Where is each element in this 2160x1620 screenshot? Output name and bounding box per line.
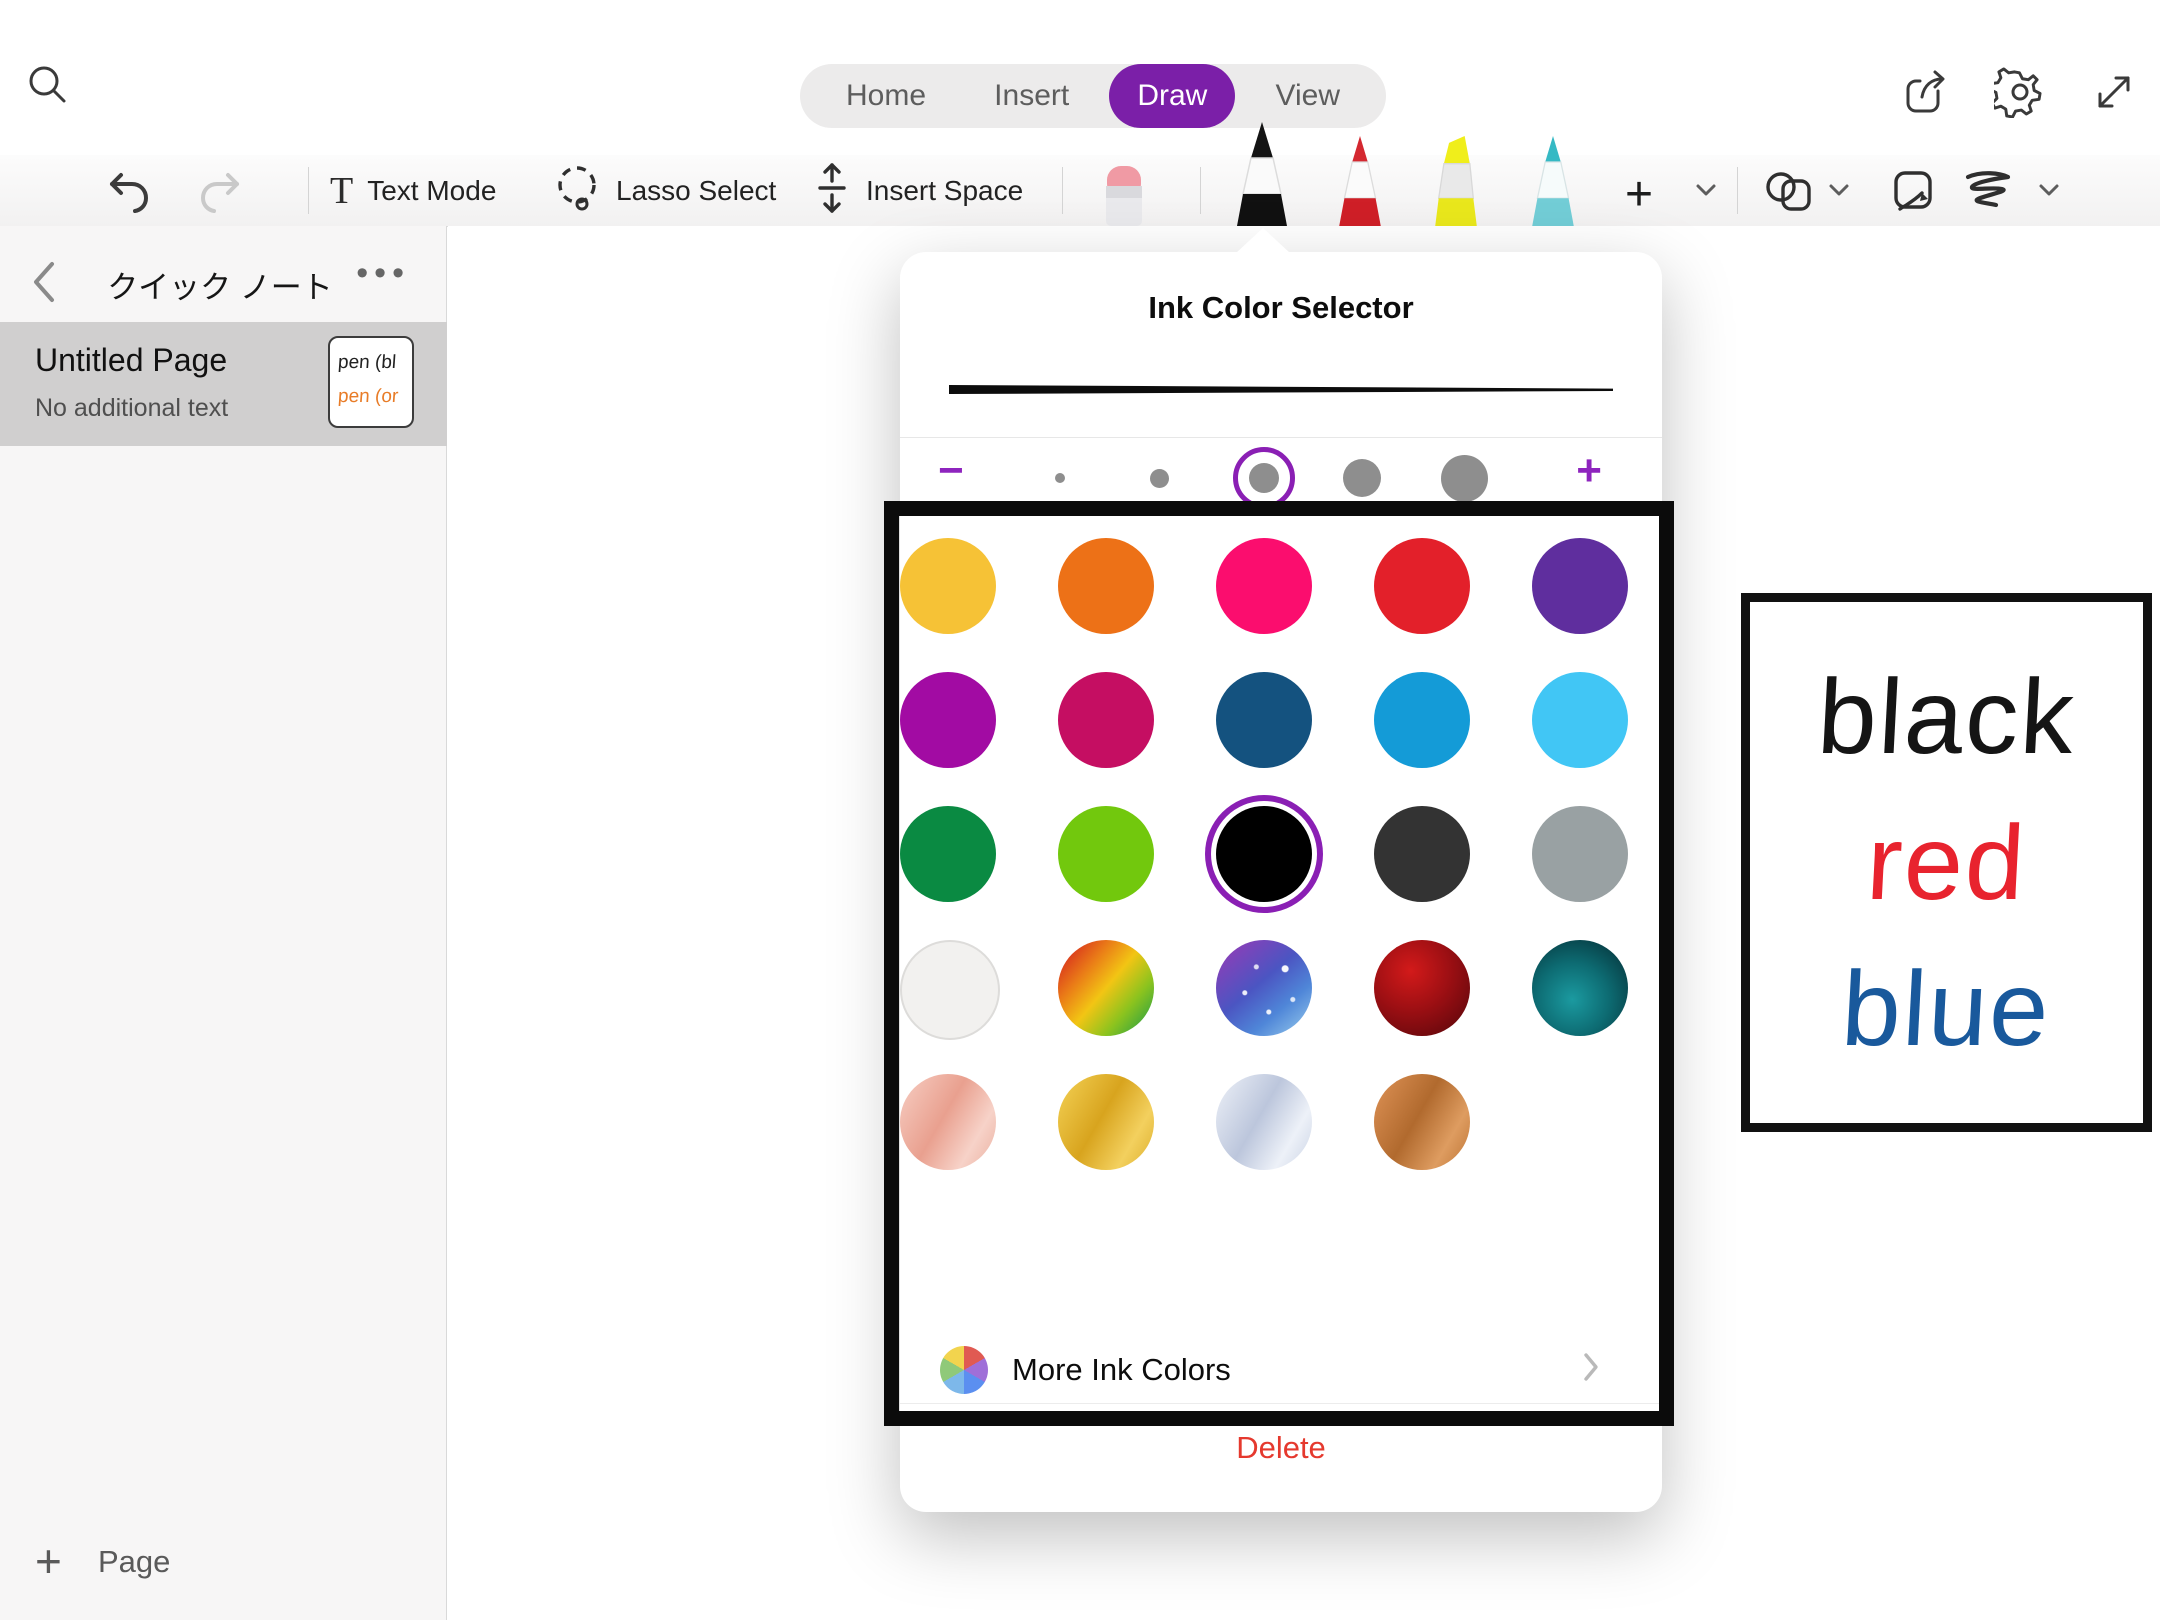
- sidebar: クイック ノート ••• Untitled Page No additional…: [0, 226, 447, 1620]
- pencil-teal-tool[interactable]: [1525, 136, 1581, 231]
- color-swatch-rose-gold[interactable]: [900, 1074, 996, 1170]
- color-swatch-dark-teal[interactable]: [1532, 940, 1628, 1036]
- more-options-icon[interactable]: •••: [356, 254, 410, 293]
- lasso-label: Lasso Select: [616, 175, 776, 207]
- back-chevron-icon[interactable]: [30, 260, 58, 309]
- selected-size-ring: [1233, 447, 1295, 509]
- page-thumbnail: pen (blpen (or: [328, 336, 414, 428]
- popup-title: Ink Color Selector: [900, 290, 1662, 326]
- color-swatch-light-green[interactable]: [1058, 806, 1154, 902]
- increase-size-button[interactable]: +: [1576, 446, 1602, 496]
- color-swatch-pink[interactable]: [1216, 538, 1312, 634]
- page-list-item[interactable]: Untitled Page No additional text pen (bl…: [0, 322, 447, 446]
- stroke-size-option-1[interactable]: [1027, 438, 1093, 518]
- decrease-size-button[interactable]: −: [938, 446, 964, 496]
- color-swatch-bronze[interactable]: [1374, 1074, 1470, 1170]
- color-swatch-white[interactable]: [900, 940, 1000, 1040]
- color-swatch-rainbow-glitter[interactable]: [1058, 940, 1154, 1036]
- more-ink-colors-button[interactable]: More Ink Colors: [900, 1336, 1662, 1404]
- shapes-icon[interactable]: [1763, 167, 1817, 222]
- color-swatch-light-blue[interactable]: [1532, 672, 1628, 768]
- lasso-icon: [552, 161, 602, 220]
- color-swatch-dark-red[interactable]: [1374, 940, 1470, 1036]
- eraser-tool[interactable]: [1096, 164, 1152, 231]
- color-swatch-black[interactable]: [1216, 806, 1312, 902]
- tab-home[interactable]: Home: [818, 64, 954, 128]
- pen-red-tool[interactable]: [1332, 136, 1388, 231]
- popup-caret: [1236, 228, 1290, 253]
- lasso-select-button[interactable]: Lasso Select: [552, 155, 776, 226]
- insert-space-label: Insert Space: [866, 175, 1023, 207]
- color-swatch-green[interactable]: [900, 806, 996, 902]
- add-page-button[interactable]: + Page: [0, 1532, 446, 1592]
- ink-word-blue: blue: [1839, 940, 2055, 1078]
- text-mode-icon: T: [330, 169, 353, 213]
- tab-view[interactable]: View: [1248, 64, 1368, 128]
- share-icon[interactable]: [1900, 67, 1950, 117]
- fullscreen-icon[interactable]: [2090, 68, 2138, 116]
- color-swatch-magenta[interactable]: [900, 672, 996, 768]
- pen-black-tool[interactable]: [1232, 122, 1292, 231]
- color-wheel-icon: [940, 1346, 988, 1394]
- thumb-ink-line: pen (or: [337, 380, 413, 414]
- page-title: Untitled Page: [35, 342, 227, 379]
- more-ink-colors-label: More Ink Colors: [1012, 1352, 1231, 1388]
- add-page-label: Page: [98, 1544, 170, 1580]
- color-swatch-blue[interactable]: [1374, 672, 1470, 768]
- ink-note-icon[interactable]: [1888, 167, 1938, 222]
- color-swatch-orange[interactable]: [1058, 538, 1154, 634]
- color-swatch-purple[interactable]: [1532, 538, 1628, 634]
- redo-icon[interactable]: [198, 169, 244, 220]
- stroke-size-option-4[interactable]: [1329, 438, 1395, 518]
- stroke-size-option-3[interactable]: [1231, 438, 1297, 518]
- add-pen-chevron-icon[interactable]: [1695, 183, 1717, 202]
- stroke-size-option-5[interactable]: [1431, 438, 1497, 518]
- color-swatch-galaxy[interactable]: [1216, 940, 1312, 1036]
- ink-word-black: black: [1814, 648, 2079, 786]
- insert-space-icon: [812, 161, 852, 220]
- text-mode-label: Text Mode: [367, 175, 496, 207]
- chevron-right-icon: [1582, 1352, 1600, 1387]
- thumb-ink-line: pen (bl: [337, 346, 413, 380]
- ribbon-tabs: HomeInsertDrawView: [800, 64, 1386, 128]
- search-icon[interactable]: [22, 60, 74, 112]
- color-swatch-gold[interactable]: [1058, 1074, 1154, 1170]
- shapes-chevron-icon[interactable]: [1828, 183, 1850, 202]
- tab-insert[interactable]: Insert: [966, 64, 1097, 128]
- sidebar-header: クイック ノート •••: [0, 248, 446, 318]
- highlighter-yellow-tool[interactable]: [1427, 136, 1485, 231]
- color-swatch-raspberry[interactable]: [1058, 672, 1154, 768]
- color-swatch-red[interactable]: [1374, 538, 1470, 634]
- color-swatch-silver[interactable]: [1216, 1074, 1312, 1170]
- color-swatch-dark-gray[interactable]: [1374, 806, 1470, 902]
- notebook-title: クイック ノート: [100, 262, 340, 307]
- color-swatch-dark-blue[interactable]: [1216, 672, 1312, 768]
- stroke-preview: [949, 380, 1613, 405]
- insert-space-button[interactable]: Insert Space: [812, 155, 1023, 226]
- handwriting-box: blackredblue: [1741, 593, 2152, 1132]
- text-mode-button[interactable]: T Text Mode: [330, 155, 496, 226]
- ink-replay-icon[interactable]: [1962, 169, 2020, 220]
- add-pen-button[interactable]: +: [1625, 167, 1653, 222]
- ink-color-selector-popup: Ink Color Selector − + More Ink Colors D…: [900, 252, 1662, 1512]
- settings-gear-icon[interactable]: [1994, 66, 2046, 118]
- plus-icon: +: [35, 1534, 62, 1588]
- top-bar: HomeInsertDrawView: [0, 0, 2160, 155]
- ink-word-red: red: [1863, 794, 2029, 932]
- delete-pen-button[interactable]: Delete: [900, 1430, 1662, 1466]
- tab-draw[interactable]: Draw: [1109, 64, 1235, 128]
- undo-icon[interactable]: [105, 169, 151, 220]
- color-swatch-yellow[interactable]: [900, 538, 996, 634]
- stroke-size-row: − +: [900, 438, 1662, 518]
- ink-replay-chevron-icon[interactable]: [2038, 183, 2060, 202]
- draw-toolbar: T Text Mode Lasso Select Insert Space +: [0, 155, 2160, 227]
- stroke-size-option-2[interactable]: [1126, 438, 1192, 518]
- color-swatch-gray[interactable]: [1532, 806, 1628, 902]
- page-subtitle: No additional text: [35, 394, 228, 423]
- onenote-app: HomeInsertDrawView: [0, 0, 2160, 1620]
